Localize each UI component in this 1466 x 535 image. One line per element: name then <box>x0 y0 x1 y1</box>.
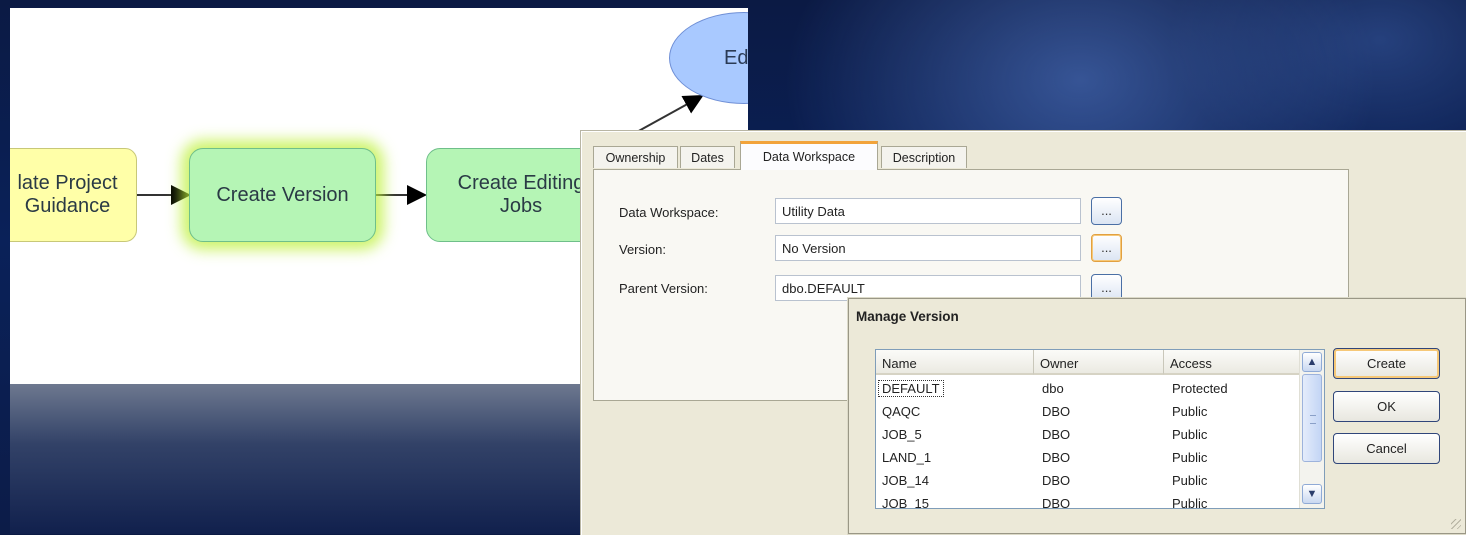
cell-name: JOB_5 <box>882 427 922 442</box>
cell-access: Public <box>1172 450 1208 465</box>
dialog-title: Manage Version <box>856 309 959 324</box>
resize-grip-icon[interactable] <box>1451 519 1461 529</box>
table-row[interactable]: JOB_14 DBO Public <box>876 470 1301 493</box>
version-label: Version: <box>619 242 666 257</box>
version-field[interactable]: No Version <box>775 235 1081 261</box>
wf-node-guidance[interactable]: late Project Guidance <box>10 148 137 242</box>
column-header-access[interactable]: Access <box>1164 350 1301 375</box>
cell-name: JOB_15 <box>882 496 929 509</box>
version-list[interactable]: Name Owner Access DEFAULT dbo Protected … <box>875 349 1325 509</box>
cell-owner: DBO <box>1042 404 1071 419</box>
parent-version-label: Parent Version: <box>619 281 708 296</box>
data-workspace-label: Data Workspace: <box>619 205 719 220</box>
cell-name: DEFAULT <box>878 380 944 397</box>
cell-name: QAQC <box>882 404 921 419</box>
cell-access: Public <box>1172 427 1208 442</box>
ok-button[interactable]: OK <box>1333 391 1440 422</box>
scroll-up-icon[interactable]: ▲ <box>1302 352 1322 372</box>
list-scrollbar[interactable]: ▲ ▼ <box>1299 350 1324 508</box>
table-row[interactable]: JOB_5 DBO Public <box>876 424 1301 447</box>
cell-owner: DBO <box>1042 450 1071 465</box>
cell-access: Public <box>1172 496 1208 509</box>
connector-jobs-to-edit <box>634 95 704 134</box>
wf-node-create-version[interactable]: Create Version <box>189 148 376 242</box>
cell-owner: DBO <box>1042 473 1071 488</box>
cell-owner: DBO <box>1042 427 1071 442</box>
column-header-name[interactable]: Name <box>876 350 1034 375</box>
cell-access: Public <box>1172 404 1208 419</box>
version-browse-button[interactable]: ... <box>1091 234 1122 262</box>
tab-dates[interactable]: Dates <box>680 146 735 168</box>
cell-name: JOB_14 <box>882 473 929 488</box>
tab-data-workspace[interactable]: Data Workspace <box>740 141 878 170</box>
cell-owner: DBO <box>1042 496 1071 509</box>
cell-access: Protected <box>1172 381 1228 396</box>
scroll-down-icon[interactable]: ▼ <box>1302 484 1322 504</box>
grip-icon <box>1310 415 1316 424</box>
table-row[interactable]: JOB_15 DBO Public <box>876 493 1301 509</box>
scroll-thumb[interactable] <box>1302 374 1322 462</box>
cell-owner: dbo <box>1042 381 1064 396</box>
cancel-button[interactable]: Cancel <box>1333 433 1440 464</box>
tab-ownership[interactable]: Ownership <box>593 146 678 168</box>
create-button[interactable]: Create <box>1333 348 1440 379</box>
table-row[interactable]: DEFAULT dbo Protected <box>876 378 1301 401</box>
table-row[interactable]: LAND_1 DBO Public <box>876 447 1301 470</box>
column-header-owner[interactable]: Owner <box>1034 350 1164 375</box>
data-workspace-field[interactable]: Utility Data <box>775 198 1081 224</box>
tab-description[interactable]: Description <box>881 146 967 168</box>
table-row[interactable]: QAQC DBO Public <box>876 401 1301 424</box>
manage-version-dialog: Manage Version Name Owner Access DEFAULT… <box>848 298 1466 534</box>
data-workspace-browse-button[interactable]: ... <box>1091 197 1122 225</box>
cell-name: LAND_1 <box>882 450 932 465</box>
cell-access: Public <box>1172 473 1208 488</box>
